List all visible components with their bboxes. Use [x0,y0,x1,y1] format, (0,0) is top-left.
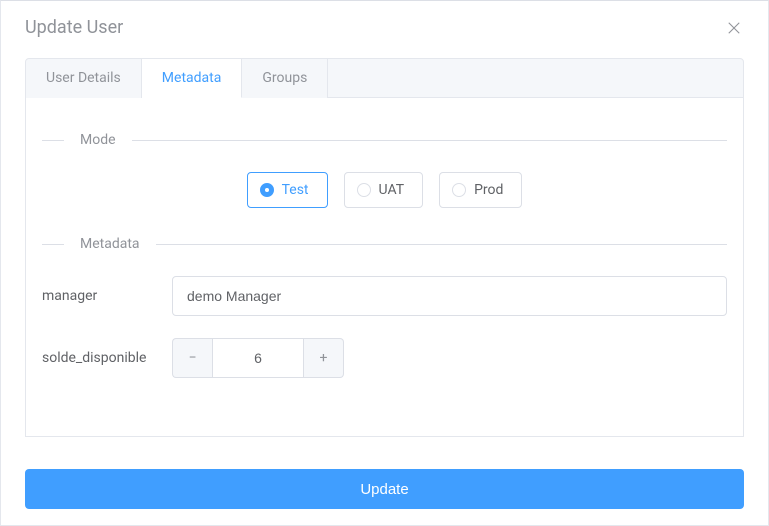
solde-stepper: − + [172,338,344,378]
tab-groups[interactable]: Groups [242,59,328,98]
radio-icon [357,183,371,197]
mode-option-uat[interactable]: UAT [344,172,424,208]
section-label: Metadata [64,236,156,252]
divider-line [156,244,727,245]
manager-input[interactable] [172,276,727,316]
update-button[interactable]: Update [25,469,744,509]
divider-line [42,140,64,141]
mode-option-prod[interactable]: Prod [439,172,522,208]
dialog-title: Update User [25,17,123,38]
form-row-manager: manager [42,276,727,316]
solde-input[interactable] [212,338,304,378]
tab-label: Groups [262,70,307,86]
section-label: Mode [64,132,132,148]
divider-line [42,244,64,245]
update-user-dialog: Update User User Details Metadata Groups… [0,0,769,526]
manager-label: manager [42,288,172,304]
tab-label: User Details [46,70,121,86]
tab-user-details[interactable]: User Details [26,59,142,98]
tab-content: Mode Test UAT Prod Metadata [25,98,744,437]
radio-icon [452,183,466,197]
close-button[interactable] [724,18,744,38]
radio-label: Prod [474,182,503,198]
radio-label: Test [282,182,309,198]
dialog-footer: Update [1,449,768,525]
solde-label: solde_disponible [42,350,172,366]
plus-icon: + [320,350,328,366]
tab-metadata[interactable]: Metadata [142,59,243,98]
mode-option-test[interactable]: Test [247,172,328,208]
radio-label: UAT [379,182,405,198]
section-divider-metadata: Metadata [42,236,727,252]
dialog-body: User Details Metadata Groups Mode Test [1,48,768,449]
tabs: User Details Metadata Groups [25,58,744,98]
dialog-header: Update User [1,1,768,48]
radio-icon [260,183,274,197]
mode-radio-group: Test UAT Prod [42,172,727,208]
close-icon [727,21,741,35]
minus-icon: − [188,350,196,366]
section-divider-mode: Mode [42,132,727,148]
tab-label: Metadata [162,70,222,86]
stepper-increment-button[interactable]: + [304,338,344,378]
form-row-solde: solde_disponible − + [42,338,727,378]
stepper-decrement-button[interactable]: − [172,338,212,378]
divider-line [132,140,727,141]
